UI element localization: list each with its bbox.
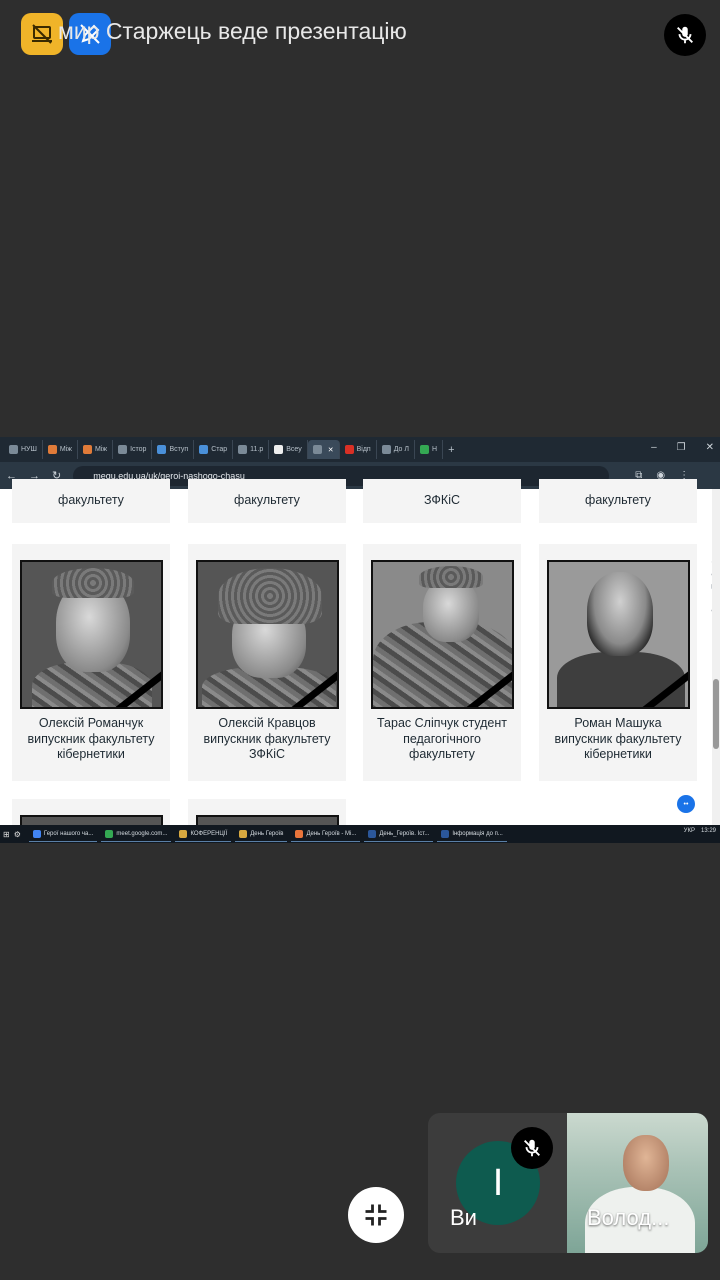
hero-photo-4 (547, 560, 690, 709)
tab-1[interactable]: Між (43, 440, 78, 459)
collapse-icon (365, 1204, 387, 1226)
tab-5[interactable]: Стар (194, 440, 234, 459)
taskbar-app-3[interactable]: День Героїв (235, 827, 288, 842)
hero-caption-1: Олексій Романчук випускник факультету кі… (27, 716, 155, 761)
taskbar-app-6[interactable]: Інформація до п... (437, 827, 507, 842)
taskbar-app-1[interactable]: meet.google.com... (101, 827, 172, 842)
hero-card-2[interactable]: Олексій Кравцов випускник факультету ЗФК… (188, 544, 346, 781)
card-top-1: факультету (12, 479, 170, 523)
hero-photo-2 (196, 560, 339, 709)
mic-off-icon (524, 1139, 540, 1157)
hero-card-1[interactable]: Олексій Романчук випускник факультету кі… (12, 544, 170, 781)
participant-tiles: I Ви Волод... (428, 1113, 708, 1253)
hero-card-3[interactable]: Тарас Сліпчук студент педагогічного факу… (363, 544, 521, 781)
clock[interactable]: 13:29 (701, 828, 716, 834)
tab-0[interactable]: НУШ (4, 440, 43, 459)
tab-2[interactable]: Між (78, 440, 114, 459)
remote-video-tile[interactable]: Волод... (567, 1113, 708, 1253)
tab-7[interactable]: Всеу (269, 440, 308, 459)
hero-photo-1 (20, 560, 163, 709)
no-laptop-icon (32, 24, 52, 44)
taskbar-app-0[interactable]: Герої нашого ча... (28, 827, 98, 842)
windows-start-icon[interactable]: ⊞ (3, 830, 10, 839)
tab-9[interactable]: Відп (340, 440, 377, 459)
page-scrollbar[interactable] (712, 489, 720, 825)
card-top-2: факультету (188, 479, 346, 523)
taskbar-app-2[interactable]: КОФЕРЕНЦІЇ (175, 827, 232, 842)
hero-caption-2: Олексій Кравцов випускник факультету ЗФК… (203, 716, 331, 761)
system-tray: УКР 13:29 (684, 828, 716, 834)
meet-top-bar: мир Старжець веде презентацію (0, 0, 720, 70)
tab-4[interactable]: Вступ (152, 440, 195, 459)
taskbar-app-5[interactable]: День_Героїв. Іст... (364, 827, 434, 842)
stop-presenting-button[interactable] (21, 13, 63, 55)
hero-photo-3 (371, 560, 514, 709)
hero-caption-4: Роман Машука випускник факультету кіберн… (554, 716, 682, 761)
tab-3[interactable]: Істор (113, 440, 153, 459)
web-page: факультету факультету ЗФКіС факультету О… (0, 479, 720, 843)
new-tab-button[interactable]: + (443, 440, 459, 459)
window-controls: – ❐ ✕ (651, 442, 714, 453)
card-top-3: ЗФКіС (363, 479, 521, 523)
mute-indicator (664, 14, 706, 56)
mic-off-icon (677, 26, 693, 44)
tab-active[interactable]: ✕ (307, 440, 340, 459)
language-indicator[interactable]: УКР (684, 828, 695, 834)
settings-icon[interactable]: ⚙ (14, 830, 21, 839)
tab-6[interactable]: 11.р (233, 440, 270, 459)
maximize-icon[interactable]: ❐ (677, 442, 686, 453)
hero-caption-3: Тарас Сліпчук студент педагогічного факу… (376, 716, 508, 761)
hero-card-4[interactable]: Роман Машука випускник факультету кіберн… (539, 544, 697, 781)
shared-screen: НУШ Між Між Істор Вступ Стар 11.р Всеу ✕… (0, 437, 720, 843)
presenter-status-text: мир Старжець веде презентацію (58, 18, 407, 44)
browser-tab-strip: НУШ Між Між Істор Вступ Стар 11.р Всеу ✕… (0, 437, 720, 462)
remote-tile-label: Волод... (587, 1205, 670, 1230)
tab-11[interactable]: Н (415, 440, 444, 459)
close-icon[interactable]: ✕ (706, 442, 714, 453)
card-top-4: факультету (539, 479, 697, 523)
chat-widget-icon[interactable]: •• (677, 795, 695, 813)
tab-10[interactable]: До Л (377, 440, 415, 459)
minimize-icon[interactable]: – (651, 442, 657, 453)
windows-taskbar: ⊞ ⚙ Герої нашого ча... meet.google.com..… (0, 825, 720, 843)
self-tile-label: Ви (450, 1205, 477, 1230)
self-mute-indicator (511, 1127, 553, 1169)
exit-fullscreen-button[interactable] (348, 1187, 404, 1243)
taskbar-app-4[interactable]: День Героїв - Mi... (291, 827, 361, 842)
